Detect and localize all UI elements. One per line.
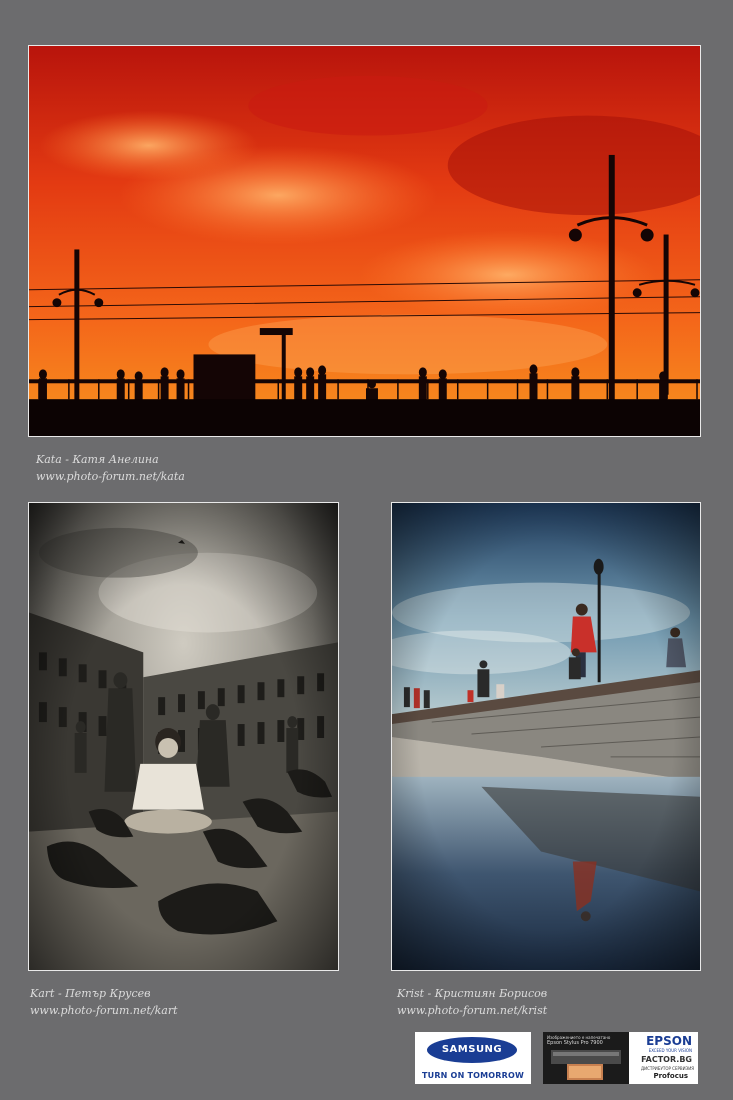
factor-logo: FACTOR.BG — [641, 1055, 692, 1064]
epson-printer-panel: Изображението е напечатано Epson Stylus … — [543, 1032, 629, 1084]
samsung-logo: SAMSUNG — [427, 1037, 517, 1063]
photo-pigeons-square-image — [29, 503, 338, 970]
samsung-tagline: TURN ON TOMORROW — [421, 1071, 525, 1080]
photo-seawall-reflection-image — [392, 503, 700, 970]
author-name: Kata - Катя Анелина — [36, 453, 159, 466]
author-name: Krist - Кристиян Борисов — [397, 987, 548, 1000]
epson-slogan: EXCEED YOUR VISION — [648, 1048, 692, 1053]
author-name: Kart - Петър Крусев — [30, 987, 151, 1000]
photo-bridge-sunset-image — [29, 46, 700, 436]
photo-seawall-reflection — [391, 502, 701, 971]
photo-pigeons-square — [28, 502, 339, 971]
caption-photo-1: Kata - Катя Анелина www.photo-forum.net/… — [36, 451, 185, 485]
samsung-logo-box: SAMSUNG TURN ON TOMORROW — [415, 1032, 531, 1084]
caption-photo-3: Krist - Кристиян Борисов www.photo-forum… — [397, 985, 547, 1019]
printer-icon — [551, 1050, 621, 1080]
caption-photo-2: Kart - Петър Крусев www.photo-forum.net/… — [30, 985, 178, 1019]
profocus-logo: Profocus — [653, 1072, 688, 1080]
epson-logo: EPSON — [646, 1034, 692, 1048]
author-link[interactable]: www.photo-forum.net/kart — [30, 1002, 178, 1019]
photo-bridge-sunset — [28, 45, 701, 437]
author-link[interactable]: www.photo-forum.net/krist — [397, 1002, 547, 1019]
author-link[interactable]: www.photo-forum.net/kata — [36, 468, 185, 485]
epson-logo-box: Изображението е напечатано Epson Stylus … — [543, 1032, 698, 1084]
distributor-text: ДИСТРИБУТОР СЕРВИЗИЯ — [640, 1066, 694, 1071]
